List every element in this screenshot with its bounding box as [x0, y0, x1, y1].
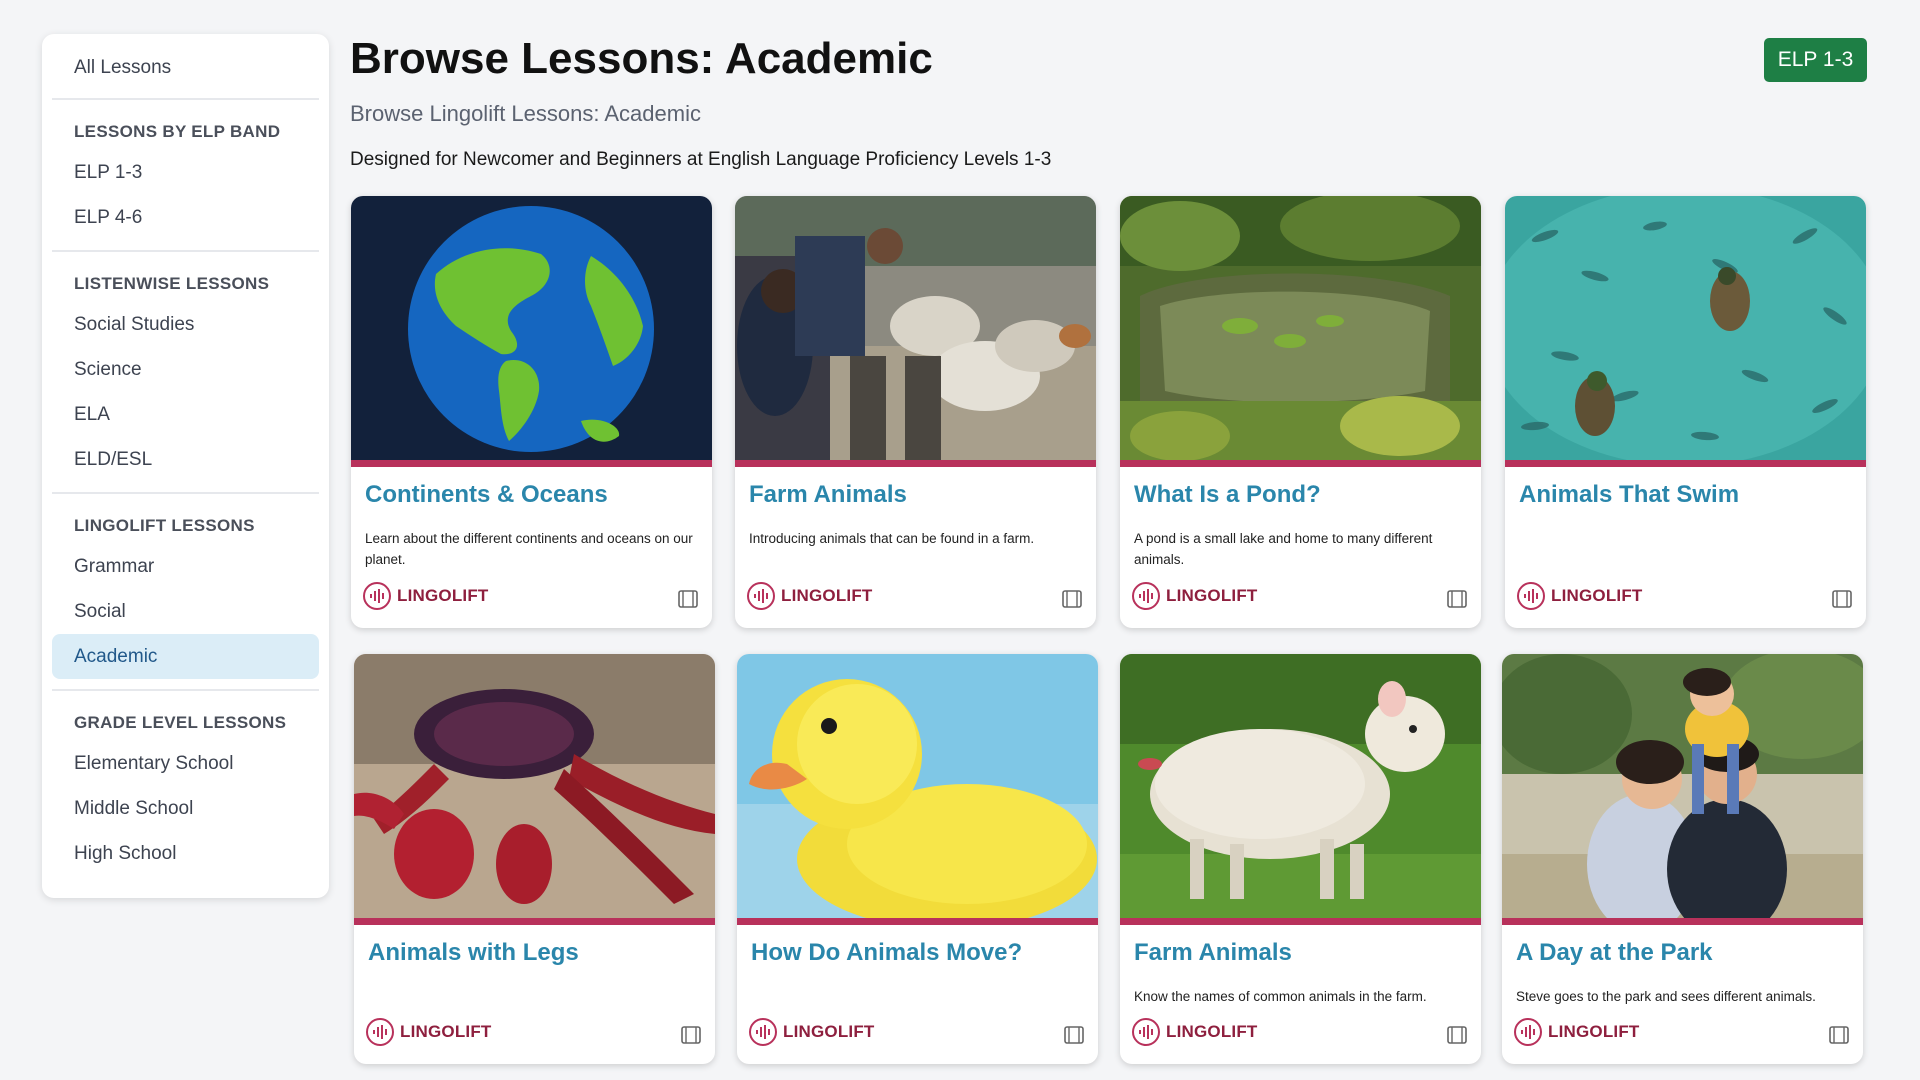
card-description: Steve goes to the park and sees differen…	[1516, 989, 1816, 1004]
card-brand: LINGOLIFT	[1514, 1018, 1640, 1046]
sidebar-item-elp-4-6[interactable]: ELP 4-6	[52, 195, 319, 240]
film-icon	[1062, 590, 1082, 608]
sidebar-item-high-school[interactable]: High School	[52, 831, 319, 876]
film-icon	[1832, 590, 1852, 608]
card-title[interactable]: How Do Animals Move?	[751, 939, 1022, 967]
sidebar-item-academic[interactable]: Academic	[52, 634, 319, 679]
sidebar-item-eld-esl[interactable]: ELD/ESL	[52, 437, 319, 482]
lesson-card[interactable]: How Do Animals Move? LINGOLIFT	[737, 654, 1098, 1064]
sidebar-item-science[interactable]: Science	[52, 347, 319, 392]
lesson-card[interactable]: Animals That Swim LINGOLIFT	[1505, 196, 1866, 628]
lingolift-logo-icon	[1517, 582, 1545, 610]
sidebar-item-middle-school[interactable]: Middle School	[52, 786, 319, 831]
card-title[interactable]: Animals with Legs	[368, 939, 579, 967]
page-title: Browse Lessons: Academic	[350, 34, 933, 83]
sidebar-heading-listenwise: LISTENWISE LESSONS	[74, 274, 270, 293]
card-description: Know the names of common animals in the …	[1134, 989, 1427, 1004]
card-brand-label: LINGOLIFT	[1166, 1022, 1258, 1041]
sidebar-heading-grade-level: GRADE LEVEL LESSONS	[74, 713, 287, 732]
sidebar-item-all-lessons[interactable]: All Lessons	[52, 38, 319, 98]
lingolift-logo-icon	[749, 1018, 777, 1046]
pond-image	[1120, 196, 1481, 460]
lesson-card[interactable]: Continents & Oceans Learn about the diff…	[351, 196, 712, 628]
card-accent-bar	[737, 918, 1098, 925]
sidebar-item-social-studies[interactable]: Social Studies	[52, 302, 319, 347]
lesson-card[interactable]: A Day at the Park Steve goes to the park…	[1502, 654, 1863, 1064]
sidebar-heading-lingolift: LINGOLIFT LESSONS	[74, 516, 255, 535]
card-brand: LINGOLIFT	[363, 582, 489, 610]
card-brand-label: LINGOLIFT	[397, 586, 489, 605]
card-title[interactable]: What Is a Pond?	[1134, 481, 1321, 509]
card-accent-bar	[1502, 918, 1863, 925]
page-description: Designed for Newcomer and Beginners at E…	[350, 149, 1052, 170]
lingolift-logo-icon	[747, 582, 775, 610]
card-title[interactable]: Farm Animals	[1134, 939, 1292, 967]
farm-people-sheep-image	[735, 196, 1096, 460]
card-accent-bar	[1505, 460, 1866, 467]
film-icon	[681, 1026, 701, 1044]
film-icon	[1064, 1026, 1084, 1044]
lesson-card[interactable]: Farm Animals Introducing animals that ca…	[735, 196, 1096, 628]
card-description: A pond is a small lake and home to many …	[1134, 531, 1433, 567]
card-brand-label: LINGOLIFT	[400, 1022, 492, 1041]
card-brand-label: LINGOLIFT	[1548, 1022, 1640, 1041]
sidebar-item-ela[interactable]: ELA	[52, 392, 319, 437]
film-icon	[1447, 1026, 1467, 1044]
family-park-image	[1502, 654, 1863, 918]
film-icon	[1447, 590, 1467, 608]
card-brand: LINGOLIFT	[366, 1018, 492, 1046]
lingolift-logo-icon	[1514, 1018, 1542, 1046]
sidebar-item-social[interactable]: Social	[52, 589, 319, 634]
lesson-card[interactable]: Animals with Legs LINGOLIFT	[354, 654, 715, 1064]
sidebar-item-grammar[interactable]: Grammar	[52, 544, 319, 589]
card-brand-label: LINGOLIFT	[1166, 586, 1258, 605]
page-subtitle: Browse Lingolift Lessons: Academic	[350, 101, 701, 126]
lingolift-logo-icon	[1132, 1018, 1160, 1046]
sidebar-item-elementary-school[interactable]: Elementary School	[52, 741, 319, 786]
film-icon	[1829, 1026, 1849, 1044]
card-description: Introducing animals that can be found in…	[749, 531, 1035, 546]
card-title[interactable]: Continents & Oceans	[365, 481, 608, 509]
card-title[interactable]: A Day at the Park	[1516, 939, 1713, 967]
sidebar-heading-elp-band: LESSONS BY ELP BAND	[74, 122, 281, 141]
card-brand: LINGOLIFT	[1132, 1018, 1258, 1046]
card-accent-bar	[1120, 460, 1481, 467]
lingolift-logo-icon	[363, 582, 391, 610]
crab-image	[354, 654, 715, 918]
card-accent-bar	[735, 460, 1096, 467]
sheep-image	[1120, 654, 1481, 918]
card-accent-bar	[1120, 918, 1481, 925]
card-brand: LINGOLIFT	[749, 1018, 875, 1046]
globe-image	[351, 196, 712, 460]
card-description: Learn about the different continents and…	[365, 531, 693, 567]
card-accent-bar	[351, 460, 712, 467]
card-title[interactable]: Animals That Swim	[1519, 481, 1739, 509]
ducks-fish-water-image	[1505, 196, 1866, 460]
card-brand-label: LINGOLIFT	[1551, 586, 1643, 605]
card-brand-label: LINGOLIFT	[783, 1022, 875, 1041]
card-title[interactable]: Farm Animals	[749, 481, 907, 509]
lesson-card[interactable]: What Is a Pond? A pond is a small lake a…	[1120, 196, 1481, 628]
lesson-card[interactable]: Farm Animals Know the names of common an…	[1120, 654, 1481, 1064]
card-accent-bar	[354, 918, 715, 925]
card-brand-label: LINGOLIFT	[781, 586, 873, 605]
lingolift-logo-icon	[366, 1018, 394, 1046]
card-brand: LINGOLIFT	[1132, 582, 1258, 610]
lingolift-logo-icon	[1132, 582, 1160, 610]
sidebar-item-elp-1-3[interactable]: ELP 1-3	[52, 150, 319, 195]
card-brand: LINGOLIFT	[1517, 582, 1643, 610]
card-brand: LINGOLIFT	[747, 582, 873, 610]
duckling-image	[737, 654, 1098, 918]
sidebar: All Lessons LESSONS BY ELP BAND ELP 1-3 …	[42, 34, 329, 898]
film-icon	[678, 590, 698, 608]
elp-level-badge: ELP 1-3	[1764, 38, 1867, 82]
